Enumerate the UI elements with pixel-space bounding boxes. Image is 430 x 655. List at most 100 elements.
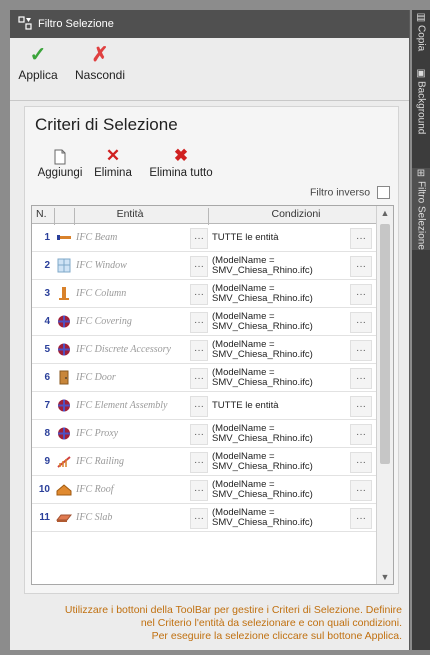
entity-name: IFC Discrete Accessory bbox=[76, 343, 171, 355]
row-number: 7 bbox=[44, 400, 50, 411]
row-number: 4 bbox=[44, 316, 50, 327]
delete-all-icon: ✖ bbox=[173, 146, 189, 165]
criteria-title: Criteri di Selezione bbox=[35, 115, 178, 134]
table-row[interactable]: 11 IFC Slab ··· (ModelName = SMV_Chiesa_Rhi… bbox=[32, 504, 377, 532]
row-number: 5 bbox=[44, 344, 50, 355]
inverse-filter-checkbox[interactable] bbox=[377, 186, 390, 199]
entity-picker-button[interactable]: ··· bbox=[190, 396, 208, 417]
panel-title: Filtro Selezione bbox=[38, 18, 114, 30]
background-icon: ▣ bbox=[416, 68, 426, 79]
condition-editor-button[interactable]: ··· bbox=[350, 480, 372, 501]
info-text: Utilizzare i bottoni della ToolBar per g… bbox=[34, 604, 402, 643]
table-scrollbar[interactable]: ▲ ▼ bbox=[376, 206, 393, 584]
condition-text: (ModelName = SMV_Chiesa_Rhino.ifc) bbox=[212, 478, 313, 500]
apply-button[interactable]: ✓ Applica bbox=[16, 42, 60, 82]
hide-label: Nascondi bbox=[74, 68, 126, 82]
covering-icon bbox=[56, 314, 72, 329]
table-row[interactable]: 10 IFC Roof ··· (ModelName = SMV_Chiesa_Rhi… bbox=[32, 476, 377, 504]
delete-label: Elimina bbox=[94, 167, 132, 179]
entity-picker-button[interactable]: ··· bbox=[190, 284, 208, 305]
scroll-thumb[interactable] bbox=[380, 224, 390, 464]
row-number: 3 bbox=[44, 288, 50, 299]
entity-picker-button[interactable]: ··· bbox=[190, 452, 208, 473]
panel-titlebar: Filtro Selezione bbox=[10, 10, 409, 38]
entity-name: IFC Proxy bbox=[76, 427, 119, 439]
checkmark-icon: ✓ bbox=[29, 44, 47, 66]
delete-all-label: Elimina tutto bbox=[149, 167, 213, 179]
add-button[interactable]: Aggiungi bbox=[35, 145, 85, 179]
condition-editor-button[interactable]: ··· bbox=[350, 424, 372, 445]
side-tab-label: Filtro Selezione bbox=[415, 181, 427, 250]
entity-picker-button[interactable]: ··· bbox=[190, 340, 208, 361]
condition-editor-button[interactable]: ··· bbox=[350, 228, 372, 249]
table-row[interactable]: 5 IFC Discrete Accessory ··· (ModelName = S… bbox=[32, 336, 377, 364]
entity-picker-button[interactable]: ··· bbox=[190, 312, 208, 333]
toolbar: ✓ Applica ✗ Nascondi bbox=[10, 38, 409, 101]
criteria-section: Criteri di Selezione Aggiungi ✕ Elimina … bbox=[24, 106, 399, 594]
condition-editor-button[interactable]: ··· bbox=[350, 396, 372, 417]
column-icon bbox=[56, 286, 72, 301]
row-number: 8 bbox=[44, 428, 50, 439]
table-row[interactable]: 2 IFC Window ··· (ModelName = SMV_Chiesa_Rh… bbox=[32, 252, 377, 280]
entity-name: IFC Window bbox=[76, 259, 127, 271]
cross-icon: ✗ bbox=[91, 44, 109, 66]
info-line: nel Criterio l'entità da selezionare e c… bbox=[140, 617, 402, 629]
entity-picker-button[interactable]: ··· bbox=[190, 368, 208, 389]
side-tab-background[interactable]: ▣ Background bbox=[412, 68, 430, 134]
condition-editor-button[interactable]: ··· bbox=[350, 284, 372, 305]
condition-text: (ModelName = SMV_Chiesa_Rhino.ifc) bbox=[212, 254, 313, 276]
header-entity[interactable]: Entità bbox=[32, 208, 228, 220]
table-header: N. Entità Condizioni bbox=[32, 206, 377, 225]
condition-text: (ModelName = SMV_Chiesa_Rhino.ifc) bbox=[212, 282, 313, 304]
entity-picker-button[interactable]: ··· bbox=[190, 228, 208, 249]
apply-label: Applica bbox=[18, 68, 58, 82]
condition-editor-button[interactable]: ··· bbox=[350, 508, 372, 529]
condition-editor-button[interactable]: ··· bbox=[350, 452, 372, 473]
door-icon bbox=[56, 370, 72, 385]
table-row[interactable]: 4 IFC Covering ··· (ModelName = SMV_Chiesa_… bbox=[32, 308, 377, 336]
condition-text: (ModelName = SMV_Chiesa_Rhino.ifc) bbox=[212, 310, 313, 332]
condition-editor-button[interactable]: ··· bbox=[350, 340, 372, 361]
delete-icon: ✕ bbox=[105, 146, 121, 165]
entity-picker-button[interactable]: ··· bbox=[190, 508, 208, 529]
condition-editor-button[interactable]: ··· bbox=[350, 256, 372, 277]
entity-name: IFC Beam bbox=[76, 231, 118, 243]
side-tab-bar: ▤ Copia ▣ Background ⊞ Filtro Selezione bbox=[412, 10, 430, 650]
table-row[interactable]: 1 IFC Beam ··· TUTTE le entità ··· bbox=[32, 224, 377, 252]
condition-editor-button[interactable]: ··· bbox=[350, 368, 372, 389]
scroll-down-icon[interactable]: ▼ bbox=[377, 572, 393, 582]
condition-text: (ModelName = SMV_Chiesa_Rhino.ifc) bbox=[212, 366, 313, 388]
table-row[interactable]: 9 IFC Railing ··· (ModelName = SMV_Chiesa_R… bbox=[32, 448, 377, 476]
proxy-icon bbox=[56, 426, 72, 441]
condition-text: TUTTE le entità bbox=[212, 399, 279, 411]
entity-picker-button[interactable]: ··· bbox=[190, 480, 208, 501]
table-row[interactable]: 6 IFC Door ··· (ModelName = SMV_Chiesa_Rhin… bbox=[32, 364, 377, 392]
scroll-up-icon[interactable]: ▲ bbox=[377, 208, 393, 218]
entity-name: IFC Slab bbox=[76, 511, 113, 523]
table-row[interactable]: 3 IFC Column ··· (ModelName = SMV_Chiesa_Rh… bbox=[32, 280, 377, 308]
row-number: 2 bbox=[44, 260, 50, 271]
header-conditions[interactable]: Condizioni bbox=[236, 208, 356, 220]
inverse-filter: Filtro inverso bbox=[310, 186, 390, 199]
delete-all-button[interactable]: ✖ Elimina tutto bbox=[141, 145, 221, 179]
table-row[interactable]: 8 IFC Proxy ··· (ModelName = SMV_Chiesa_Rhi… bbox=[32, 420, 377, 448]
row-number: 9 bbox=[44, 456, 50, 467]
condition-text: (ModelName = SMV_Chiesa_Rhino.ifc) bbox=[212, 338, 313, 360]
side-tab-filtro-selezione[interactable]: ⊞ Filtro Selezione bbox=[412, 168, 430, 250]
entity-picker-button[interactable]: ··· bbox=[190, 256, 208, 277]
condition-text: TUTTE le entità bbox=[212, 231, 279, 243]
criteria-table: N. Entità Condizioni 1 IFC Beam ··· TUTTE l… bbox=[31, 205, 394, 585]
beam-icon bbox=[56, 230, 72, 245]
table-row[interactable]: 7 IFC Element Assembly ··· TUTTE le entità ·… bbox=[32, 392, 377, 420]
condition-editor-button[interactable]: ··· bbox=[350, 312, 372, 333]
entity-name: IFC Railing bbox=[76, 455, 125, 467]
entity-name: IFC Door bbox=[76, 371, 116, 383]
delete-button[interactable]: ✕ Elimina bbox=[87, 145, 139, 179]
entity-picker-button[interactable]: ··· bbox=[190, 424, 208, 445]
hide-button[interactable]: ✗ Nascondi bbox=[68, 42, 132, 82]
selection-filter-panel: Filtro Selezione ✓ Applica ✗ Nascondi Cr… bbox=[10, 10, 410, 650]
discrete-accessory-icon bbox=[56, 342, 72, 357]
side-tab-copia[interactable]: ▤ Copia bbox=[412, 12, 430, 51]
copy-icon: ▤ bbox=[416, 12, 426, 23]
side-tab-label: Background bbox=[415, 81, 427, 135]
